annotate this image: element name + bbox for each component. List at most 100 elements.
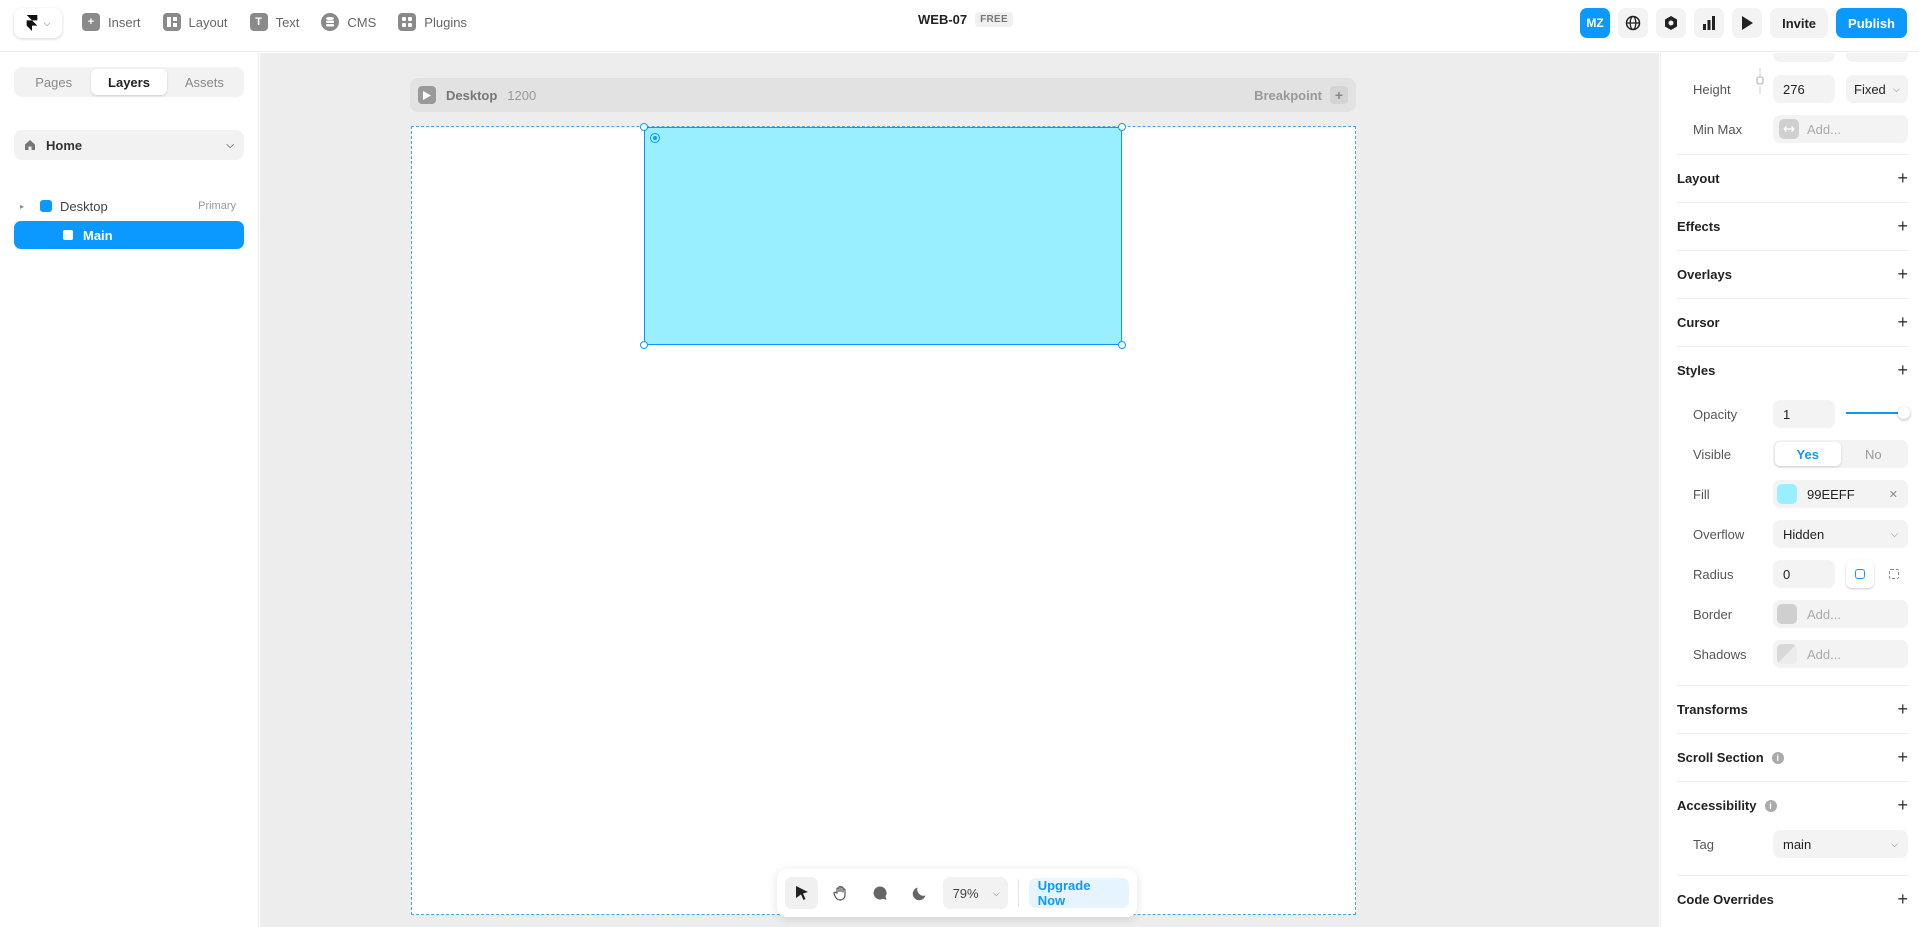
styles-section[interactable]: Styles + [1677,346,1908,394]
nav-cms[interactable]: CMS [321,11,376,33]
opacity-row: Opacity 1 [1661,399,1919,429]
shadows-row: Shadows Add... [1661,639,1919,669]
resize-handle-bottom-left[interactable] [640,341,648,349]
layer-name: Desktop [60,198,108,214]
section-title: Accessibility [1677,798,1757,813]
nav-insert[interactable]: + Insert [82,11,141,33]
radius-individual-corners-icon[interactable] [1880,560,1908,588]
caret-right-icon[interactable]: ▸ [20,202,32,211]
aspect-lock-icon[interactable] [1755,66,1765,96]
opacity-slider-fill [1846,412,1902,414]
resize-handle-bottom-right[interactable] [1118,341,1126,349]
chevron-down-icon: ⌵ [1893,83,1900,94]
shadows-swatch[interactable] [1777,644,1797,664]
opacity-input[interactable]: 1 [1773,400,1835,428]
radius-all-corners-icon[interactable] [1846,560,1874,588]
preview-play-icon[interactable] [1732,8,1763,38]
section-title: Effects [1677,219,1721,234]
section-title: Styles [1677,363,1716,378]
plus-icon[interactable]: + [1897,216,1908,237]
comment-icon [874,886,887,900]
play-icon[interactable] [418,86,436,104]
frame-icon [63,230,73,240]
plus-icon[interactable]: + [1897,699,1908,720]
visible-toggle: Yes No [1773,440,1908,468]
width-input[interactable] [1773,53,1835,62]
code-overrides-section[interactable]: Code Overrides + [1677,875,1908,923]
publish-button[interactable]: Publish [1836,8,1907,38]
breakpoint-name[interactable]: Desktop [446,88,497,103]
plus-icon[interactable]: + [1897,747,1908,768]
plus-icon[interactable]: + [1897,360,1908,381]
add-breakpoint[interactable]: Breakpoint + [1254,86,1348,104]
visible-yes[interactable]: Yes [1775,442,1841,466]
scroll-section-section[interactable]: Scroll Section i + [1677,733,1908,781]
minmax-input[interactable]: Add... [1773,115,1908,143]
hand-tool[interactable] [824,877,857,909]
fill-swatch[interactable] [1777,484,1797,504]
plus-icon[interactable]: + [1897,168,1908,189]
plus-icon[interactable]: + [1897,795,1908,816]
invite-button[interactable]: Invite [1770,8,1829,38]
opacity-slider[interactable] [1846,407,1910,419]
analytics-icon[interactable] [1694,8,1725,38]
plus-icon[interactable]: + [1897,889,1908,910]
radius-input[interactable]: 0 [1773,560,1835,588]
height-input[interactable]: 276 [1773,75,1835,103]
framer-menu-button[interactable]: ⌵ [14,8,62,38]
height-mode-select[interactable]: Fixed ⌵ [1846,75,1908,103]
layout-section[interactable]: Layout + [1677,154,1908,202]
shadows-input[interactable]: Add... [1773,640,1908,668]
effects-section[interactable]: Effects + [1677,202,1908,250]
nav-text[interactable]: T Text [249,11,299,33]
nav-plugins[interactable]: Plugins [398,11,467,33]
accessibility-section[interactable]: Accessibility i + [1677,781,1908,829]
width-mode-select[interactable] [1846,53,1908,62]
project-title[interactable]: WEB-07 FREE [918,12,1013,27]
border-swatch[interactable] [1777,604,1797,624]
overflow-select[interactable]: Hidden ⌵ [1773,520,1908,548]
plus-icon[interactable]: + [1897,264,1908,285]
globe-icon[interactable] [1618,8,1649,38]
main-frame-selected[interactable] [640,123,1126,349]
page-select[interactable]: Home ⌵ [14,130,244,160]
info-icon[interactable]: i [1764,799,1777,812]
opacity-slider-knob[interactable] [1898,407,1910,419]
left-panel: Pages Layers Assets Home ⌵ ▸ Desktop Pri… [0,53,259,927]
hand-icon [833,885,846,901]
layer-main[interactable]: Main [14,221,244,249]
tab-layers[interactable]: Layers [91,69,167,95]
visible-row: Visible Yes No [1661,439,1919,469]
plus-icon[interactable]: + [1330,86,1348,104]
tab-assets[interactable]: Assets [167,69,242,95]
tag-select[interactable]: main ⌵ [1773,830,1908,858]
resize-handle-top-right[interactable] [1118,123,1126,131]
transforms-section[interactable]: Transforms + [1677,685,1908,733]
minmax-label: Min Max [1693,121,1743,137]
dark-mode-toggle[interactable] [903,877,936,909]
visible-no[interactable]: No [1841,442,1907,466]
border-input[interactable]: Add... [1773,600,1908,628]
overlays-section[interactable]: Overlays + [1677,250,1908,298]
tab-pages[interactable]: Pages [16,69,91,95]
settings-icon[interactable] [1656,8,1687,38]
visible-label: Visible [1693,446,1732,462]
canvas[interactable]: Desktop 1200 Breakpoint + 79% ⌵ Upgrade … [260,53,1659,927]
minmax-row: Min Max Add... [1661,114,1919,144]
fill-label: Fill [1693,486,1710,502]
nav-layout[interactable]: Layout [162,11,228,33]
select-tool[interactable] [785,877,819,909]
upgrade-now-button[interactable]: Upgrade Now [1028,878,1129,908]
info-icon[interactable]: i [1771,751,1784,764]
comment-tool[interactable] [864,877,897,909]
plus-icon[interactable]: + [1897,312,1908,333]
zoom-select[interactable]: 79% ⌵ [942,877,1008,909]
clear-icon[interactable]: ✕ [1889,488,1898,501]
cursor-section[interactable]: Cursor + [1677,298,1908,346]
layer-desktop[interactable]: ▸ Desktop Primary [14,192,244,220]
avatar[interactable]: MZ [1580,8,1611,38]
section-title-wrap: Accessibility i [1677,798,1777,813]
top-actions: MZ Invite Publish [1580,8,1907,38]
resize-handle-top-left[interactable] [640,123,648,131]
fill-input[interactable]: 99EEFF ✕ [1773,480,1908,508]
